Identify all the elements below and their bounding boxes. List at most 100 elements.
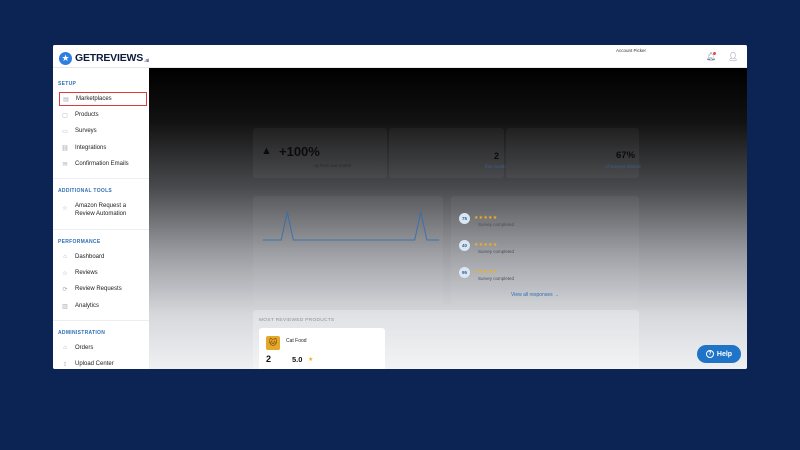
sidebar-item-label: Marketplaces <box>76 96 112 102</box>
link-icon: ⛓︎ <box>61 145 69 152</box>
sidebar-item-label: Analytics <box>75 303 100 309</box>
reviews-data-point <box>268 239 270 241</box>
reviews-data-point <box>384 239 385 241</box>
reviews-data-point <box>390 239 391 241</box>
growth-card <box>253 128 387 178</box>
help-icon: ? <box>705 350 714 358</box>
divider <box>53 320 149 321</box>
view-all-responses-link[interactable]: View all responses → <box>511 292 559 298</box>
star-icon: ☆ <box>62 270 68 277</box>
sidebar-item-label: Products <box>75 112 99 118</box>
home-icon: ⌂ <box>63 254 67 260</box>
product-card[interactable]: 🐱︎ Cat Food 2 5.0 ★ <box>259 328 385 369</box>
surveys-link[interactable]: of surveys started <box>605 164 641 169</box>
sidebar-item-integrations[interactable]: ⛓︎ Integrations <box>59 141 147 155</box>
logo[interactable]: ★ GETREVIEWS .ai <box>59 51 149 65</box>
reviews-data-point <box>414 239 416 241</box>
response-status: Survey completed <box>478 249 515 254</box>
box-icon: ▢ <box>62 112 68 119</box>
reviews-link[interactable]: this month <box>485 164 506 169</box>
sidebar-item-review-requests[interactable]: ⟳ Review Requests <box>59 282 147 296</box>
reviews-data-point <box>402 239 403 241</box>
reviews-chart <box>262 211 440 241</box>
product-thumbnail-icon: 🐱︎ <box>266 336 280 350</box>
help-label: Help <box>716 350 733 358</box>
logo-tld: .ai <box>144 57 150 64</box>
reviews-data-point <box>262 239 264 241</box>
sidebar-item-label: Surveys <box>75 128 97 134</box>
reviews-data-point <box>353 239 355 241</box>
reviews-data-point <box>317 239 318 241</box>
sidebar-item-label: Dashboard <box>75 254 105 260</box>
reviews-data-point <box>341 239 343 241</box>
response-status: Survey completed <box>478 276 515 281</box>
top-bar: ★ GETREVIEWS .ai Account Picker 🔔︎ 👤︎ <box>53 45 747 68</box>
section-title-performance: PERFORMANCE <box>58 239 101 245</box>
home-icon: ⌂ <box>63 345 67 351</box>
mail-icon: ✉︎ <box>62 161 68 168</box>
sidebar-item-analytics[interactable]: ▥ Analytics <box>59 299 147 313</box>
sidebar-item-label: Review Requests <box>75 286 122 292</box>
sidebar-item-surveys[interactable]: ▭ Surveys <box>59 124 147 138</box>
sidebar-item-label: Reviews <box>75 270 98 276</box>
response-score: 40 <box>459 239 470 251</box>
sidebar-item-label: Amazon Request a Review Automation <box>75 203 127 217</box>
reviews-data-point <box>286 211 288 213</box>
reviews-data-point <box>280 239 282 241</box>
reviews-data-point <box>377 239 379 241</box>
divider <box>53 178 149 179</box>
sidebar-item-reviews[interactable]: ☆ Reviews <box>59 266 147 280</box>
logo-text: GETREVIEWS <box>75 52 144 64</box>
response-stars: ★★★★★ <box>474 242 498 248</box>
sidebar-item-amazon-request-review[interactable]: ☆ Amazon Request a Review Automation <box>59 199 147 221</box>
response-score: 95 <box>459 266 470 278</box>
storefront-icon: ▤ <box>63 96 69 103</box>
sidebar-item-label: Upload Center <box>75 361 114 367</box>
logo-star-icon: ★ <box>59 51 72 65</box>
sidebar: SETUP ▤ Marketplaces ▢ Products ▭ Survey… <box>53 68 149 369</box>
section-title-additional-tools: ADDITIONAL TOOLS <box>58 188 113 194</box>
notification-dot <box>713 52 716 55</box>
reviews-data-point <box>359 239 361 241</box>
chart-icon: ▥ <box>62 303 68 310</box>
help-button[interactable]: ? Help <box>697 345 741 363</box>
reviews-data-point <box>396 239 397 241</box>
reviews-data-point <box>323 239 325 241</box>
reviews-data-point <box>299 239 300 241</box>
reviews-data-point <box>305 239 306 241</box>
product-rating: 5.0 <box>292 355 303 364</box>
sidebar-item-upload-center[interactable]: ⇪ Upload Center <box>59 357 147 369</box>
clipboard-icon: ▭ <box>62 128 68 135</box>
reviews-data-point <box>329 239 331 241</box>
sidebar-item-products[interactable]: ▢ Products <box>59 108 147 122</box>
reviews-data-point <box>292 239 294 241</box>
rating-star-icon: ★ <box>308 357 314 363</box>
reviews-data-point <box>420 211 422 213</box>
reviews-data-point <box>426 239 428 241</box>
sidebar-item-dashboard[interactable]: ⌂ Dashboard <box>59 250 147 264</box>
star-icon: ☆ <box>62 206 68 212</box>
reviews-data-point <box>371 239 373 241</box>
response-status: Survey completed <box>478 222 515 227</box>
most-reviewed-label: MOST REVIEWED PRODUCTS <box>259 318 335 323</box>
reviews-data-point <box>432 239 434 241</box>
growth-arrow-icon: ▲ <box>261 145 272 157</box>
section-title-administration: ADMINISTRATION <box>58 330 106 336</box>
product-name: Cat Food <box>286 338 307 344</box>
sidebar-item-marketplaces[interactable]: ▤ Marketplaces <box>59 92 147 106</box>
sidebar-item-label: Integrations <box>75 145 107 151</box>
sidebar-item-confirmation-emails[interactable]: ✉︎ Confirmation Emails <box>59 157 147 171</box>
reviews-data-point <box>311 239 312 241</box>
growth-link[interactable]: up from last month <box>314 163 351 168</box>
reviews-card <box>389 128 504 178</box>
sidebar-item-orders[interactable]: ⌂ Orders <box>59 341 147 355</box>
product-review-count: 2 <box>266 354 272 364</box>
reviews-data-point <box>347 239 349 241</box>
upload-icon: ⇪ <box>62 361 68 368</box>
response-stars: ★★★★★ <box>474 215 498 221</box>
reviews-data-point <box>274 239 276 241</box>
account-picker[interactable]: Account Picker <box>616 48 646 53</box>
growth-value: +100% <box>279 144 320 159</box>
user-icon[interactable]: 👤︎ <box>728 53 738 61</box>
section-title-setup: SETUP <box>58 81 77 87</box>
